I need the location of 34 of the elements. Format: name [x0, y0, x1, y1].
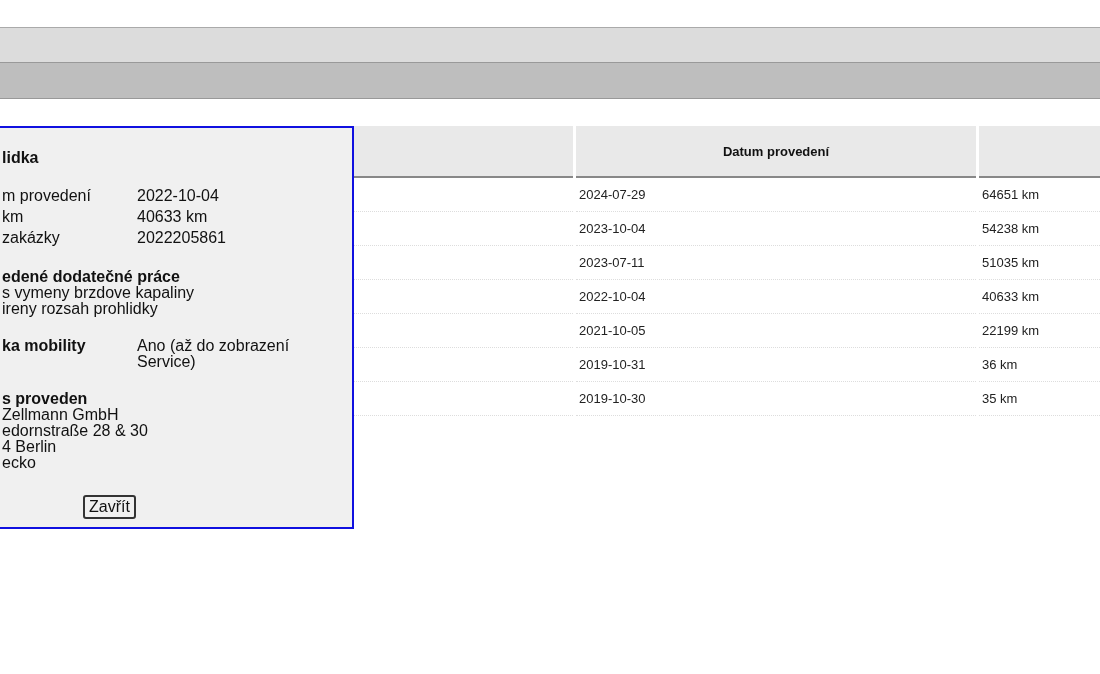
- table-cell: 2023-10-04: [579, 221, 646, 236]
- column-header[interactable]: Datum provedení: [576, 126, 976, 178]
- section-line: edornstraße 28 & 30: [2, 423, 148, 439]
- table-cell: 2023-07-11: [579, 255, 645, 270]
- section-heading: s proveden: [2, 391, 88, 407]
- field-label: m provedení: [2, 186, 92, 206]
- section-line: ecko: [2, 455, 36, 471]
- table-cell: 2019-10-30: [579, 391, 646, 406]
- table-cell: 22199 km: [982, 323, 1040, 338]
- section-line: Zellmann GmbH: [2, 407, 119, 423]
- table-cell: 51035 km: [982, 255, 1040, 270]
- table-cell: 35 km: [982, 391, 1018, 406]
- field-label: zakázky: [2, 228, 61, 248]
- field-value: 2022205861: [137, 228, 227, 248]
- table-cell: 2022-10-04: [579, 289, 646, 304]
- section-line: ireny rozsah prohlidky: [2, 301, 158, 317]
- field-value: 40633 km: [137, 207, 209, 227]
- table-cell: 40633 km: [982, 289, 1040, 304]
- table-cell: 36 km: [982, 357, 1018, 372]
- table-cell: 2021-10-05: [579, 323, 646, 338]
- table-cell: 64651 km: [982, 187, 1040, 202]
- field-value: 2022-10-04: [137, 186, 220, 206]
- field-label: km: [2, 207, 25, 227]
- dialog-title: lidka: [2, 149, 39, 167]
- section-heading: ka mobility: [2, 338, 87, 354]
- section-line: s vymeny brzdove kapaliny: [2, 285, 195, 301]
- column-header[interactable]: [979, 126, 1100, 178]
- section-heading: edené dodatečné práce: [2, 269, 180, 285]
- table-cell: 54238 km: [982, 221, 1040, 236]
- table-cell: 2019-10-31: [579, 357, 646, 372]
- close-button[interactable]: Zavřít: [83, 495, 136, 519]
- section-line: 4 Berlin: [2, 439, 57, 455]
- table-cell: 2024-07-29: [579, 187, 646, 202]
- field-value: Ano (až do zobrazení Service): [137, 338, 291, 370]
